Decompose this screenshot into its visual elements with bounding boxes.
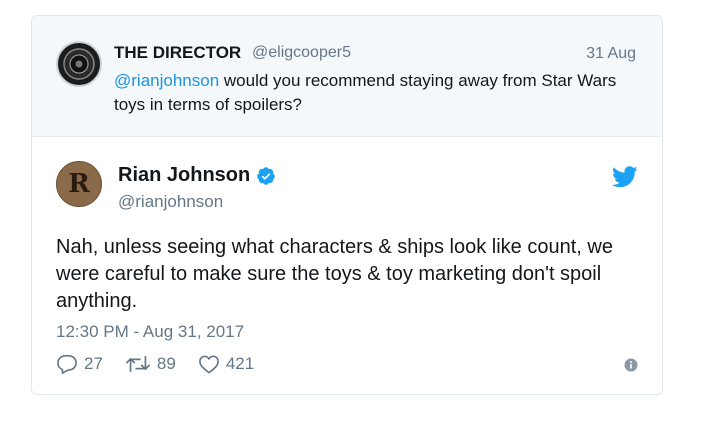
quoted-text: @rianjohnson would you recommend staying… xyxy=(114,69,624,117)
quoted-avatar[interactable] xyxy=(56,41,102,87)
verified-badge-icon xyxy=(257,166,275,185)
author-handle[interactable]: @rianjohnson xyxy=(118,192,223,212)
quoted-tweet[interactable]: THE DIRECTOR @eligcooper5 31 Aug @rianjo… xyxy=(32,16,662,137)
info-icon[interactable] xyxy=(624,358,638,372)
quoted-author-name[interactable]: THE DIRECTOR xyxy=(114,43,241,63)
tweet-text: Nah, unless seeing what characters & shi… xyxy=(56,236,613,312)
retweet-count: 89 xyxy=(156,354,176,373)
quoted-date[interactable]: 31 Aug xyxy=(586,45,636,63)
like-count: 421 xyxy=(225,354,255,373)
reply-count: 27 xyxy=(84,354,103,373)
retweet-button[interactable]: 89 xyxy=(125,354,176,374)
tweet-timestamp[interactable]: 12:30 PM - Aug 31, 2017 xyxy=(56,322,244,342)
twitter-bird-icon[interactable] xyxy=(612,166,638,188)
reply-icon xyxy=(57,355,77,374)
author-avatar[interactable]: R xyxy=(56,161,102,207)
camera-lens-icon xyxy=(63,48,95,80)
tweet-actions: 27 89 421 xyxy=(56,354,276,374)
quoted-author-handle[interactable]: @eligcooper5 xyxy=(252,44,351,62)
tweet-card[interactable]: THE DIRECTOR @eligcooper5 31 Aug @rianjo… xyxy=(31,15,663,395)
avatar-letter: R xyxy=(68,169,90,199)
quoted-mention-link[interactable]: @rianjohnson xyxy=(114,71,219,90)
reply-button[interactable]: 27 xyxy=(56,354,103,374)
author-name-row: Rian Johnson xyxy=(118,164,276,187)
retweet-icon xyxy=(125,355,150,373)
like-button[interactable]: 421 xyxy=(198,354,254,374)
author-name[interactable]: Rian Johnson xyxy=(118,164,250,187)
like-icon xyxy=(198,355,219,374)
